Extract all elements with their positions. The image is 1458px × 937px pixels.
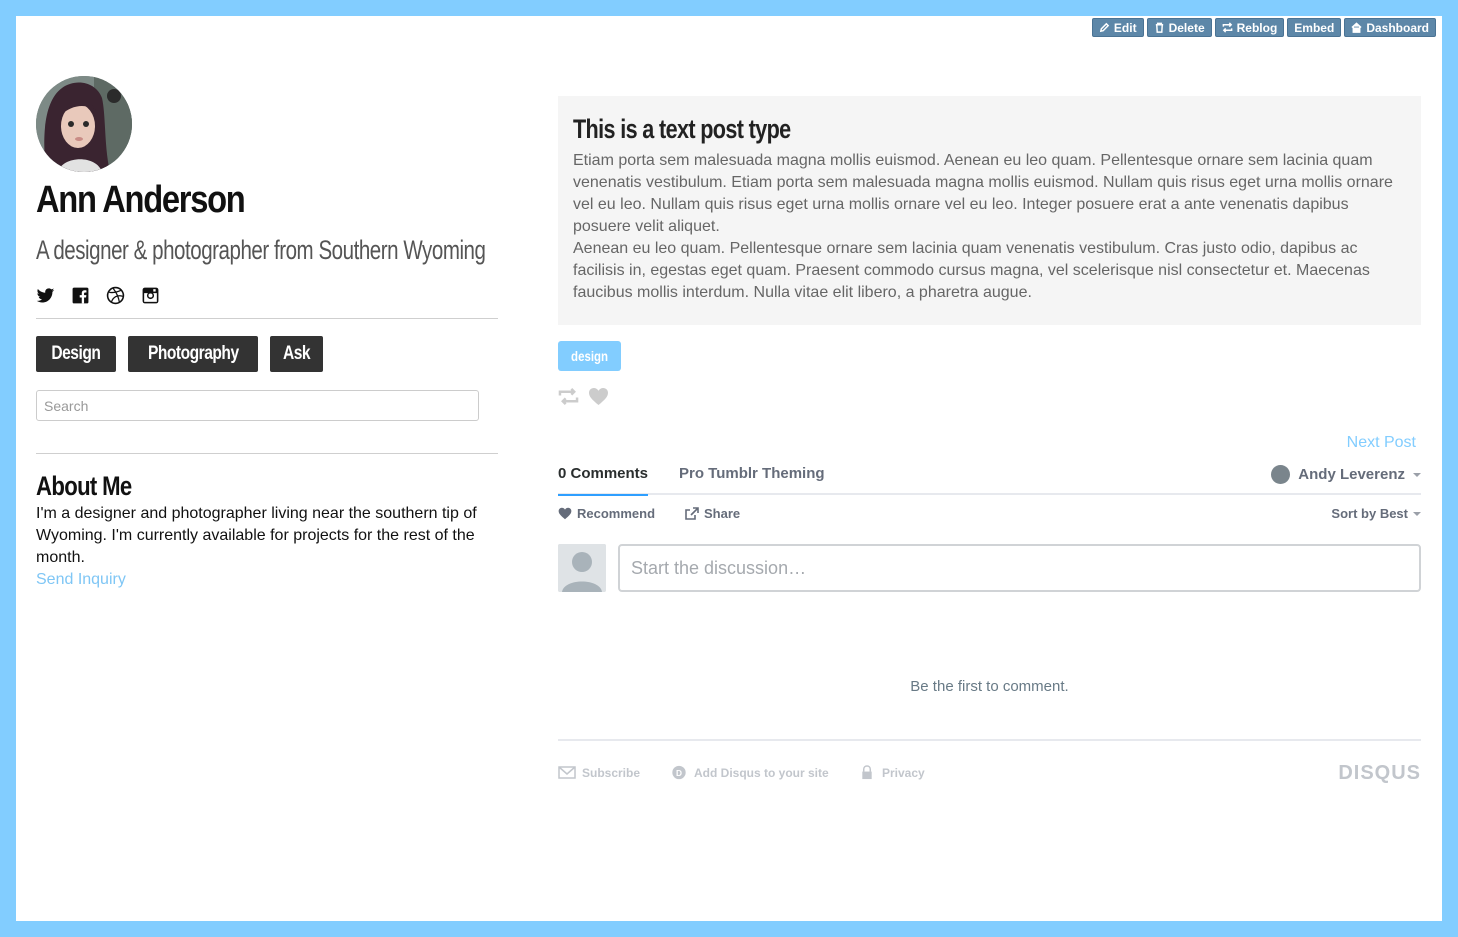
reblog-icon[interactable]	[558, 387, 579, 406]
guest-avatar	[558, 544, 606, 592]
blog-title: Ann Anderson	[36, 179, 246, 221]
heart-icon	[558, 507, 572, 520]
nav-design-button[interactable]: Design	[36, 336, 116, 372]
dribbble-icon[interactable]	[106, 286, 125, 305]
chevron-down-icon	[1413, 472, 1421, 477]
delete-label: Delete	[1168, 20, 1205, 35]
add-disqus-label: Add Disqus to your site	[694, 765, 829, 780]
reblog-icon	[1222, 22, 1232, 33]
avatar-photo	[36, 76, 132, 172]
edit-button[interactable]: Edit	[1091, 18, 1144, 37]
text-post: This is a text post type Etiam porta sem…	[558, 96, 1421, 325]
subscribe-label: Subscribe	[582, 765, 641, 780]
about-title: About Me	[36, 471, 132, 501]
comment-composer	[558, 544, 1421, 592]
sort-label: Sort by Best	[1331, 506, 1408, 521]
disqus-footer: Subscribe D Add Disqus to your site Priv…	[558, 739, 1421, 785]
nav-design-label: Design	[51, 343, 101, 364]
share-label: Share	[704, 506, 741, 521]
privacy-link[interactable]: Privacy	[858, 765, 925, 780]
search-input[interactable]	[36, 390, 479, 421]
instagram-icon[interactable]	[141, 286, 160, 305]
disqus-toolbar: Recommend Share Sort by Best	[558, 495, 1421, 539]
share-icon	[685, 507, 699, 520]
page: Edit Delete Reblog Embed Dashboard Ann A…	[16, 16, 1442, 921]
dashboard-button[interactable]: Dashboard	[1344, 18, 1436, 37]
avatar	[36, 76, 132, 172]
recommend-label: Recommend	[577, 506, 656, 521]
home-icon	[1351, 22, 1362, 33]
disqus-logo[interactable]: DISQUS	[1338, 762, 1421, 785]
sort-dropdown[interactable]: Sort by Best	[1331, 506, 1421, 521]
comment-input[interactable]	[618, 544, 1421, 592]
chevron-down-icon	[1413, 511, 1421, 516]
social-links	[36, 286, 160, 305]
send-inquiry-link[interactable]: Send Inquiry	[36, 569, 498, 591]
nav-ask-label: Ask	[283, 343, 311, 364]
add-disqus-link[interactable]: D Add Disqus to your site	[670, 765, 829, 780]
heart-icon[interactable]	[588, 387, 609, 406]
sidebar-divider	[36, 318, 498, 319]
delete-button[interactable]: Delete	[1146, 18, 1212, 37]
post-paragraph: Aenean eu leo quam. Pellentesque ornare …	[573, 240, 1370, 301]
edit-label: Edit	[1113, 20, 1137, 35]
user-name: Andy Leverenz	[1298, 466, 1405, 483]
tumblr-controls: Edit Delete Reblog Embed Dashboard	[1091, 18, 1436, 37]
tab-community[interactable]: Pro Tumblr Theming	[679, 465, 825, 496]
share-button[interactable]: Share	[685, 506, 740, 521]
post-tag[interactable]: design	[558, 341, 622, 371]
reblog-label: Reblog	[1236, 20, 1278, 35]
svg-text:D: D	[676, 768, 682, 778]
blog-nav: Design Photography Ask	[36, 336, 324, 372]
user-menu[interactable]: Andy Leverenz	[1271, 465, 1421, 484]
disqus-tabs: 0 Comments Pro Tumblr Theming Andy Lever…	[558, 464, 1421, 496]
disqus-icon: D	[672, 765, 686, 780]
nav-photography-button[interactable]: Photography	[127, 336, 259, 372]
post-body: Etiam porta sem malesuada magna mollis e…	[573, 150, 1406, 304]
trash-icon	[1155, 22, 1163, 33]
about-section: I'm a designer and photographer living n…	[36, 503, 498, 591]
nav-ask-button[interactable]: Ask	[270, 336, 324, 372]
subscribe-link[interactable]: Subscribe	[558, 765, 640, 780]
post-tag-label: design	[571, 348, 609, 364]
recommend-button[interactable]: Recommend	[558, 506, 655, 521]
about-text: I'm a designer and photographer living n…	[36, 505, 477, 566]
post-paragraph: Etiam porta sem malesuada magna mollis e…	[573, 152, 1393, 235]
post-title: This is a text post type	[573, 114, 791, 144]
tab-comments[interactable]: 0 Comments	[558, 465, 649, 496]
user-avatar	[1271, 465, 1291, 484]
empty-comments-message: Be the first to comment.	[910, 678, 1069, 695]
envelope-icon	[558, 766, 576, 779]
post-actions	[558, 387, 609, 406]
nav-photography-label: Photography	[147, 343, 239, 364]
blog-description: A designer & photographer from Southern …	[36, 235, 486, 265]
pencil-icon	[1099, 22, 1110, 33]
next-post-link[interactable]: Next Post	[1347, 434, 1416, 452]
dashboard-label: Dashboard	[1366, 20, 1429, 35]
privacy-label: Privacy	[882, 765, 925, 780]
embed-button[interactable]: Embed	[1287, 18, 1342, 37]
disqus-thread: 0 Comments Pro Tumblr Theming Andy Lever…	[558, 464, 1421, 784]
facebook-icon[interactable]	[71, 286, 90, 305]
reblog-button[interactable]: Reblog	[1214, 18, 1285, 37]
embed-label: Embed	[1294, 20, 1335, 35]
lock-icon	[862, 765, 872, 780]
sidebar-divider-2	[36, 453, 498, 454]
twitter-icon[interactable]	[36, 286, 55, 305]
